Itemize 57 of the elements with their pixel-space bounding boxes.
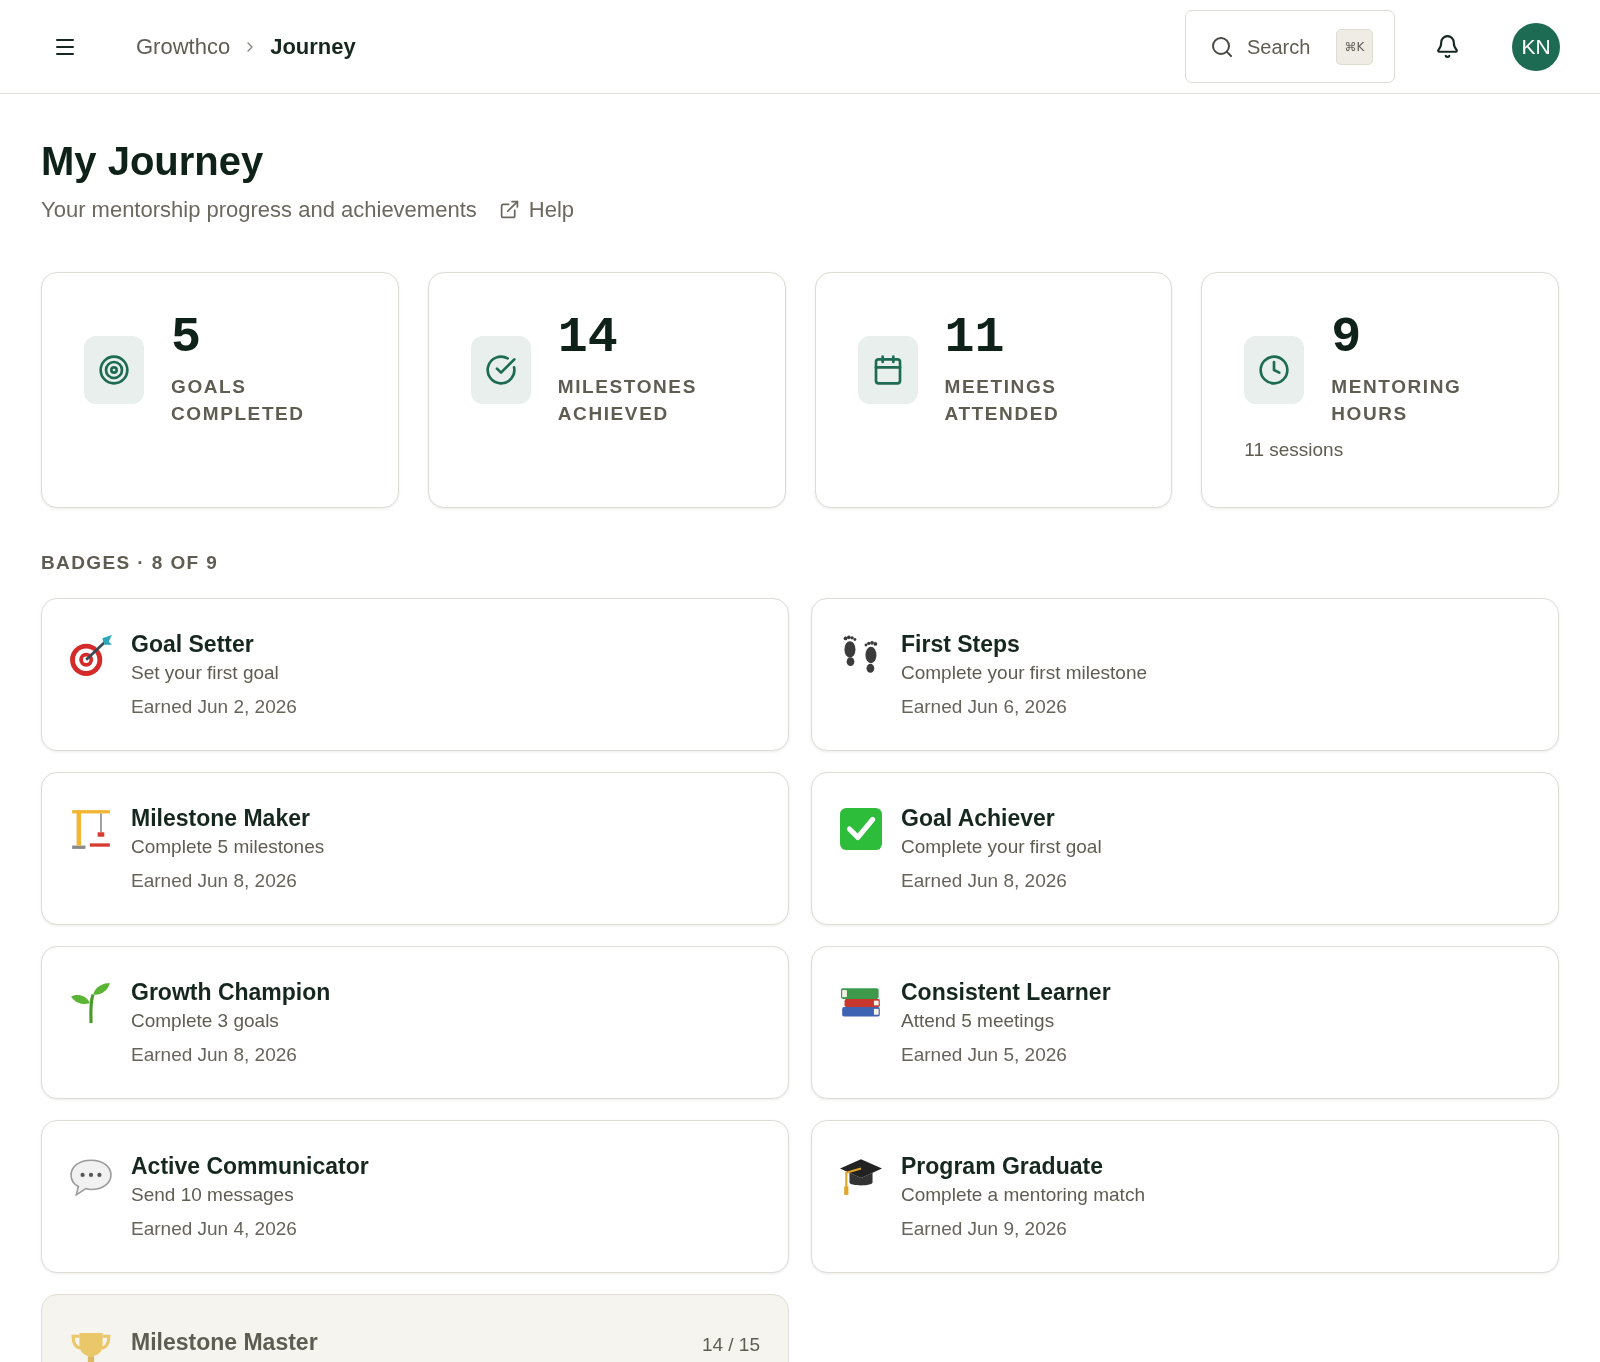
books-icon bbox=[841, 988, 881, 1018]
badge-description: Complete a mentoring match bbox=[901, 1183, 1146, 1207]
badge-earned-date: Earned Jun 8, 2026 bbox=[901, 869, 1068, 893]
avatar[interactable]: KN bbox=[1512, 22, 1560, 71]
breadcrumb-link[interactable]: Growthco bbox=[136, 30, 231, 63]
badge-title: Milestone Maker bbox=[131, 804, 310, 833]
badge-title: Goal Setter bbox=[131, 630, 254, 659]
badge-earned-date: Earned Jun 5, 2026 bbox=[901, 1043, 1068, 1067]
target-icon bbox=[84, 336, 144, 404]
target-dart-icon bbox=[69, 633, 113, 677]
page-title: My Journey bbox=[41, 138, 265, 185]
badge-title: First Steps bbox=[901, 630, 1020, 659]
badge-description: Complete 3 goals bbox=[131, 1009, 280, 1033]
badge-description: Complete your first goal bbox=[901, 835, 1103, 859]
badge-description: Send 10 messages bbox=[131, 1183, 295, 1207]
badge-title: Milestone Master bbox=[131, 1328, 318, 1358]
badge-earned-date: Earned Jun 9, 2026 bbox=[901, 1217, 1068, 1241]
search-icon bbox=[1210, 34, 1234, 59]
badge-earned-date: Earned Jun 4, 2026 bbox=[131, 1217, 298, 1241]
check-box-icon bbox=[840, 808, 882, 850]
search-button[interactable]: Search ⌘K bbox=[1185, 10, 1395, 83]
graduation-cap-icon bbox=[840, 1159, 882, 1195]
badge-description: Set your first goal bbox=[131, 661, 280, 685]
section-heading: BADGES · 8 OF 9 bbox=[41, 551, 220, 575]
stat-value: 11 bbox=[944, 313, 1006, 363]
badge-earned-date: Earned Jun 8, 2026 bbox=[131, 869, 298, 893]
badge-title: Goal Achiever bbox=[901, 804, 1055, 833]
badge-earned-date: Earned Jun 6, 2026 bbox=[901, 695, 1068, 719]
calendar-icon bbox=[857, 336, 918, 404]
stat-note: 11 sessions bbox=[1244, 438, 1345, 462]
clock-icon bbox=[1244, 336, 1305, 404]
badge-progress: 14 / 15 bbox=[701, 1333, 760, 1357]
stat-label: MENTORING HOURS bbox=[1331, 375, 1463, 426]
shortcut-key: ⌘K bbox=[1336, 28, 1373, 65]
badge-description: Complete 5 milestones bbox=[131, 835, 326, 859]
page-subtitle: Your mentorship progress and achievements bbox=[41, 196, 477, 224]
badge-earned-date: Earned Jun 2, 2026 bbox=[131, 695, 298, 719]
crane-icon bbox=[71, 808, 111, 850]
badge-description: Attend 5 meetings bbox=[901, 1009, 1056, 1033]
breadcrumb-current: Journey bbox=[270, 33, 356, 61]
stat-value: 5 bbox=[171, 313, 202, 363]
seedling-icon bbox=[71, 982, 111, 1024]
help-link[interactable]: Help bbox=[498, 193, 575, 226]
stat-label: GOALS COMPLETED bbox=[171, 375, 306, 426]
badge-description: Complete your first milestone bbox=[901, 661, 1149, 685]
external-link-icon bbox=[498, 199, 520, 220]
stat-value: 9 bbox=[1331, 313, 1363, 363]
badge-title: Active Communicator bbox=[131, 1152, 369, 1181]
badge-title: Consistent Learner bbox=[901, 978, 1111, 1007]
badge-title: Growth Champion bbox=[131, 978, 331, 1007]
badge-title: Program Graduate bbox=[901, 1152, 1103, 1181]
trophy-icon bbox=[71, 1331, 111, 1362]
badge-earned-date: Earned Jun 8, 2026 bbox=[131, 1043, 298, 1067]
stat-label: MILESTONES ACHIEVED bbox=[557, 375, 698, 426]
stat-value: 14 bbox=[557, 313, 619, 363]
speech-bubble-icon bbox=[70, 1158, 112, 1196]
stat-label: MEETINGS ATTENDED bbox=[944, 375, 1061, 426]
